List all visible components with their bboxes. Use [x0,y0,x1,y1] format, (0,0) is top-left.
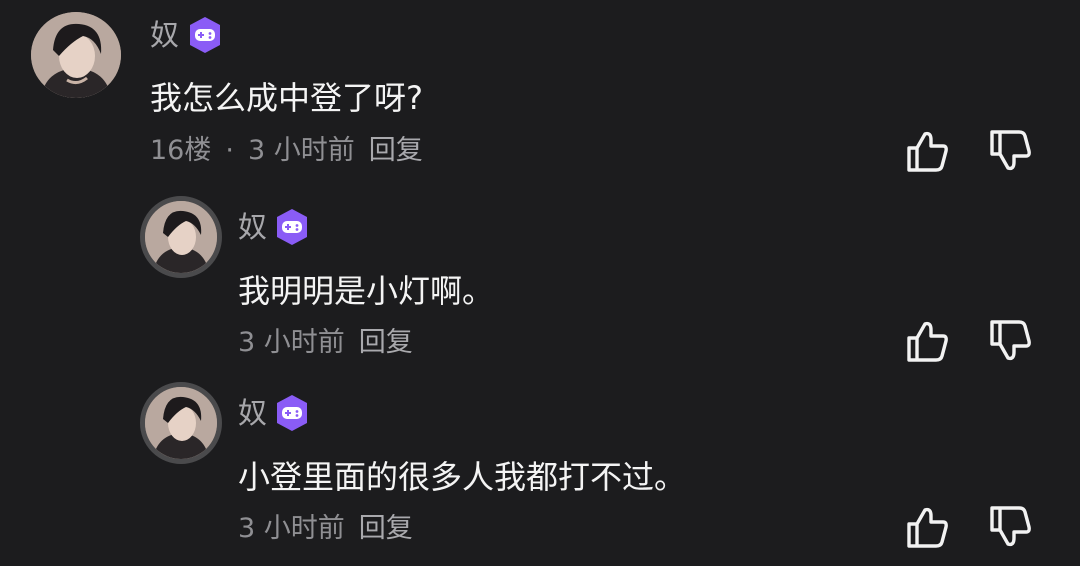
comment-meta: 3 小时前 回复 [238,329,413,356]
reply-button[interactable]: 回复 [359,513,413,544]
thumbs-down-icon[interactable] [988,128,1032,174]
timestamp: 3 小时前 [247,135,355,166]
thumbs-up-icon[interactable] [905,318,949,364]
gamepad-badge-icon [186,16,224,54]
thumbs-up-icon[interactable] [905,128,949,174]
avatar-portrait-icon [145,201,217,273]
comment-text: 小登里面的很多人我都打不过。 [238,458,687,496]
comment-text: 我怎么成中登了呀? [150,79,423,117]
avatar[interactable] [31,12,121,98]
thumbs-down-icon[interactable] [988,504,1032,550]
timestamp: 3 小时前 [238,513,345,544]
avatar-portrait-icon [145,387,217,459]
username[interactable]: 奴 [238,399,267,428]
gamepad-badge-icon [273,394,311,432]
gamepad-badge-icon [273,208,311,246]
comment-meta: 3 小时前 回复 [238,515,413,542]
avatar[interactable] [140,196,222,278]
avatar-portrait-icon [31,12,121,98]
comment-text: 我明明是小灯啊。 [238,272,495,310]
username[interactable]: 奴 [238,213,267,242]
avatar[interactable] [140,382,222,464]
reply-button[interactable]: 回复 [359,327,413,358]
reply-button[interactable]: 回复 [369,135,423,166]
comment-thread: 奴 我怎么成中登了呀? 16楼 · 3 小时前 回复 奴 我明明是小灯啊。 3 … [0,0,1080,566]
thumbs-down-icon[interactable] [988,318,1032,364]
separator: · [225,135,234,166]
timestamp: 3 小时前 [238,327,345,358]
thumbs-up-icon[interactable] [905,504,949,550]
floor-label: 16楼 [150,135,212,166]
comment-meta: 16楼 · 3 小时前 回复 [150,137,423,164]
username[interactable]: 奴 [150,21,179,50]
